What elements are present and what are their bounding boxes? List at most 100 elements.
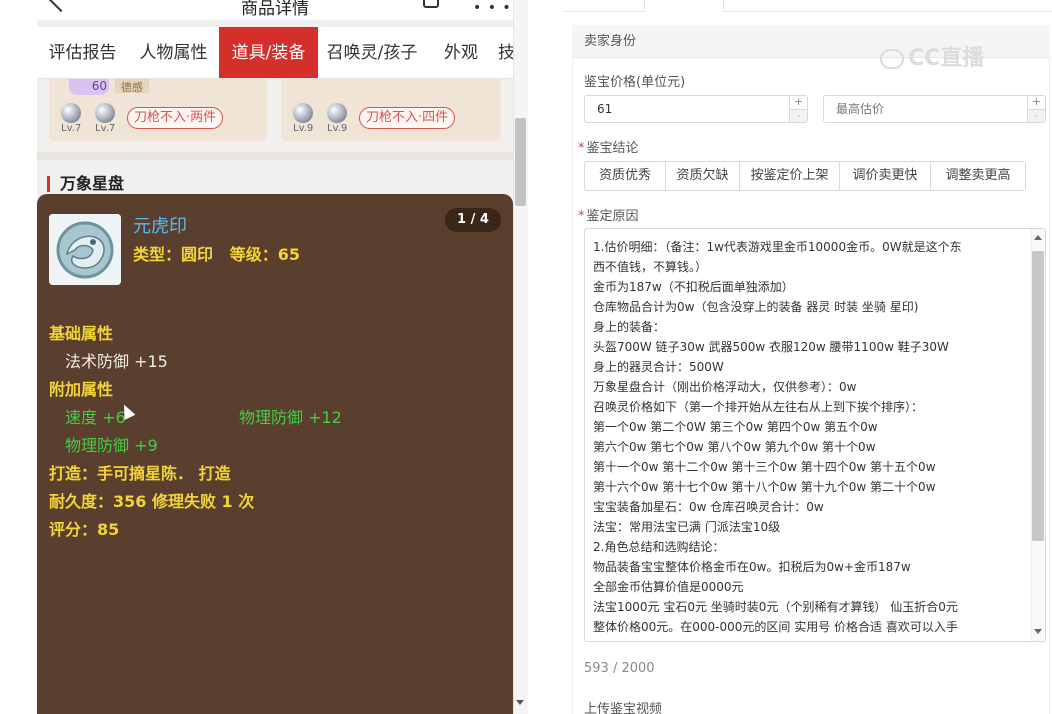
reason-label-text: 鉴定原因 (586, 209, 639, 224)
page-title: 商品详情 (241, 0, 309, 19)
max-price-input[interactable] (823, 95, 1046, 123)
reason-line: 身上的器灵合计：500W (593, 360, 724, 374)
reason-line: 全部金币估算价值是0000元 (593, 580, 744, 594)
tab-items-equipment[interactable]: 道具/装备 (219, 27, 318, 78)
section-title: 万象星盘 (47, 176, 124, 192)
watermark-text: CC直播 (908, 46, 985, 71)
option-excellent[interactable]: 资质优秀 (584, 161, 666, 191)
tab-report[interactable]: 评估报告 (37, 27, 128, 78)
gem-level: Lv.9 (327, 123, 348, 134)
more-icon[interactable]: • • • (473, 0, 512, 16)
reason-line: 万象星盘合计（刚出价格浮动大，仅供参考）：0w (593, 380, 857, 394)
price-label: 鉴宝价格(单位元) (584, 75, 686, 90)
increment-icon[interactable]: + (1028, 96, 1045, 109)
scroll-down-icon[interactable] (1034, 629, 1042, 634)
reason-line: 金币为187w（不扣税后面单独添加） (593, 280, 794, 294)
form-tab-line (563, 11, 1052, 12)
reason-text: 1.估价明细：（备注：1w代表游戏里金币10000金币。0W就是这个东 西不值钱，… (593, 237, 1029, 637)
reason-line: 身上的装备： (593, 320, 666, 334)
extra-attr: 速度 +6 (65, 408, 126, 427)
extra-attr: 物理防御 +9 (65, 436, 158, 455)
decrement-icon[interactable]: - (790, 109, 807, 122)
price-stepper[interactable]: + - (789, 96, 807, 122)
page-counter: 1 / 4 (445, 208, 501, 232)
required-mark: * (578, 141, 585, 156)
appraisal-form: 卖家身份 CC直播 鉴宝价格(单位元) + - + - *鉴宝结论 资质优秀 资… (528, 0, 1052, 714)
equipment-cards: 60 德感 Lv.7 Lv.7 刀枪不入·两件 Lv.9 Lv.9 刀枪不入·四… (37, 79, 513, 145)
decrement-icon[interactable]: - (1028, 109, 1045, 122)
gem-icon (61, 103, 81, 123)
reason-line: 头盔700W 链子30w 武器500w 衣服120w 腰带1100w 鞋子30W (593, 340, 949, 354)
reason-line: 第一个0w 第二个0W 第三个0w 第四个0w 第五个0w (593, 420, 878, 434)
base-attr-header: 基础属性 (49, 324, 114, 343)
form-tab[interactable] (644, 0, 724, 12)
tab-appearance[interactable]: 外观 (432, 27, 490, 78)
max-price-stepper[interactable]: + - (1027, 96, 1045, 122)
stream-watermark: CC直播 (880, 40, 984, 72)
phone-app: 商品详情 • • • 评估报告 人物属性 道具/装备 召唤灵/孩子 外观 技 6… (37, 0, 513, 714)
textarea-scroll-thumb[interactable] (1032, 251, 1044, 541)
set-bonus-pill: 刀枪不入·两件 (127, 107, 224, 129)
option-sell-higher[interactable]: 调整卖更高 (930, 161, 1026, 191)
page-scroll-thumb[interactable] (515, 118, 526, 206)
gem-icon (327, 103, 347, 123)
reason-line: 物品装备宝宝整体价格金币在0w。扣税后为0w+金币187w (593, 560, 911, 574)
required-mark: * (578, 209, 585, 224)
upload-video-label: 上传鉴宝视频 (584, 702, 663, 714)
char-count: 593 / 2000 (584, 661, 655, 676)
base-attr: 法术防御 +15 (65, 352, 168, 371)
reason-line: 仓库物品合计为0w（包含没穿上的装备 器灵 时装 坐骑 星印) (593, 300, 919, 314)
extra-attr-header: 附加属性 (49, 380, 114, 399)
tab-character[interactable]: 人物属性 (128, 27, 219, 78)
scroll-down-icon[interactable] (516, 700, 524, 705)
watermark-logo-icon (880, 49, 904, 69)
reason-line: 第六个0w 第七个0w 第八个0w 第九个0w 第十个0w (593, 440, 876, 454)
conclusion-label: * 鉴宝结论 (578, 137, 639, 156)
option-lacking[interactable]: 资质欠缺 (665, 161, 740, 191)
conclusion-label-text: 鉴宝结论 (586, 141, 639, 156)
gem-level: Lv.7 (61, 123, 82, 134)
reason-line: 整体价格00元。在000-000元的区间 实用号 价格合适 喜欢可以入手 (593, 620, 958, 634)
option-list-at-price[interactable]: 按鉴定价上架 (739, 161, 840, 191)
option-sell-faster[interactable]: 调价卖更快 (839, 161, 931, 191)
reason-line: 宝宝装备加星石：0w 仓库召唤灵合计：0w (593, 500, 824, 514)
reason-line: 法宝1000元 宝石0元 坐骑时装0元（个别稀有才算钱） 仙玉折合0元 (593, 600, 958, 614)
durability-info: 耐久度：356 修理失败 1 次 (49, 492, 255, 511)
item-detail-popup: 元虎印 类型：圆印 等级：65 1 / 4 基础属性 法术防御 +15 附加属性… (37, 194, 513, 714)
item-name: 元虎印 (133, 216, 187, 237)
reason-label: * 鉴定原因 (578, 205, 639, 224)
gem-icon (293, 103, 313, 123)
equip-tag: 德感 (115, 79, 149, 94)
extra-attr: 物理防御 +12 (239, 408, 342, 427)
top-bar: 商品详情 • • • (37, 0, 513, 20)
seal-icon (49, 214, 121, 285)
equip-card[interactable]: 60 德感 Lv.7 Lv.7 刀枪不入·两件 (49, 79, 267, 141)
gem-level: Lv.7 (95, 123, 116, 134)
gem-icon (95, 103, 115, 123)
screen: 商品详情 • • • 评估报告 人物属性 道具/装备 召唤灵/孩子 外观 技 6… (0, 0, 1052, 714)
page-scrollbar[interactable] (513, 0, 528, 714)
reason-line: 召唤灵价格如下（第一个排开始从左往右从上到下挨个排序）： (593, 400, 924, 414)
equip-card[interactable]: Lv.9 Lv.9 刀枪不入·四件 (281, 79, 501, 141)
reason-line: 西不值钱，不算钱。） (593, 260, 708, 274)
set-bonus-pill: 刀枪不入·四件 (359, 107, 456, 129)
level-badge: 60 (69, 79, 109, 95)
tab-summon-children[interactable]: 召唤灵/孩子 (318, 27, 426, 78)
share-icon[interactable] (423, 0, 439, 8)
scroll-up-icon[interactable] (1034, 235, 1042, 240)
gem-level: Lv.9 (293, 123, 314, 134)
item-type-level: 类型：圆印 等级：65 (133, 245, 300, 264)
section-divider (37, 152, 513, 160)
reason-line: 第十六个0w 第十七个0w 第十八个0w 第十九个0w 第二十个0w (593, 480, 936, 494)
reason-line: 1.估价明细：（备注：1w代表游戏里金币10000金币。0W就是这个东 (593, 240, 962, 254)
category-tabs: 评估报告 人物属性 道具/装备 召唤灵/孩子 外观 技 (37, 27, 513, 79)
score-info: 评分：85 (49, 520, 120, 539)
seal-icon-graphic (49, 214, 121, 285)
reason-line: 法宝：常用法宝已满 门派法宝10级 (593, 520, 781, 534)
tab-skills[interactable]: 技 (498, 27, 513, 78)
price-input[interactable] (584, 95, 808, 123)
reason-line: 第十一个0w 第十二个0w 第十三个0w 第十四个0w 第十五个0w (593, 460, 936, 474)
increment-icon[interactable]: + (790, 96, 807, 109)
reason-textarea[interactable]: 1.估价明细：（备注：1w代表游戏里金币10000金币。0W就是这个东 西不值钱，… (584, 228, 1046, 642)
forge-info: 打造：手可摘星陈． 打造 (49, 464, 231, 483)
